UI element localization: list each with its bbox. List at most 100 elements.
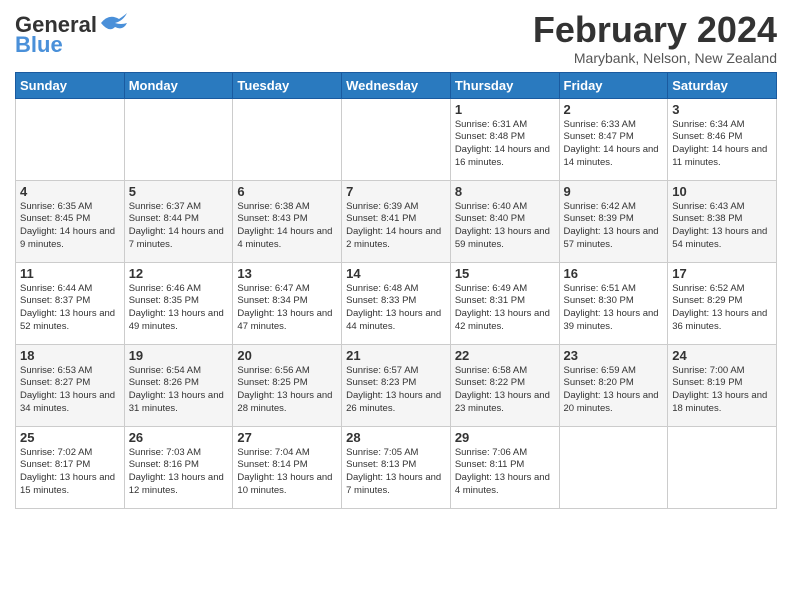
logo-blue: Blue xyxy=(15,32,63,58)
day-number: 3 xyxy=(672,102,772,117)
day-info: Sunrise: 6:38 AM Sunset: 8:43 PM Dayligh… xyxy=(237,201,337,252)
day-info: Sunrise: 6:33 AM Sunset: 8:47 PM Dayligh… xyxy=(564,119,664,170)
day-number: 18 xyxy=(20,348,120,363)
day-cell: 1 Sunrise: 6:31 AM Sunset: 8:48 PM Daylig… xyxy=(450,98,559,180)
header-thursday: Thursday xyxy=(450,72,559,98)
day-cell xyxy=(124,98,233,180)
week-row-5: 25 Sunrise: 7:02 AM Sunset: 8:17 PM Dayli… xyxy=(16,426,777,508)
day-cell: 9 Sunrise: 6:42 AM Sunset: 8:39 PM Daylig… xyxy=(559,180,668,262)
day-cell: 29Sunrise: 7:06 AM Sunset: 8:11 PM Dayli… xyxy=(450,426,559,508)
day-info: Sunrise: 6:56 AM Sunset: 8:25 PM Dayligh… xyxy=(237,365,337,416)
day-number: 1 xyxy=(455,102,555,117)
day-info: Sunrise: 6:43 AM Sunset: 8:38 PM Dayligh… xyxy=(672,201,772,252)
day-number: 7 xyxy=(346,184,446,199)
day-cell: 2 Sunrise: 6:33 AM Sunset: 8:47 PM Daylig… xyxy=(559,98,668,180)
day-cell xyxy=(342,98,451,180)
day-cell: 23Sunrise: 6:59 AM Sunset: 8:20 PM Dayli… xyxy=(559,344,668,426)
day-number: 19 xyxy=(129,348,229,363)
header-wednesday: Wednesday xyxy=(342,72,451,98)
day-cell: 25 Sunrise: 7:02 AM Sunset: 8:17 PM Dayli… xyxy=(16,426,125,508)
day-info: Sunrise: 7:00 AM Sunset: 8:19 PM Dayligh… xyxy=(672,365,772,416)
day-cell: 10 Sunrise: 6:43 AM Sunset: 8:38 PM Dayli… xyxy=(668,180,777,262)
header: General Blue February 2024 Marybank, Nel… xyxy=(15,10,777,66)
day-cell: 22 Sunrise: 6:58 AM Sunset: 8:22 PM Dayli… xyxy=(450,344,559,426)
logo: General Blue xyxy=(15,14,129,58)
day-info: Sunrise: 6:49 AM Sunset: 8:31 PM Dayligh… xyxy=(455,283,555,334)
day-cell: 12Sunrise: 6:46 AM Sunset: 8:35 PM Dayli… xyxy=(124,262,233,344)
day-cell xyxy=(16,98,125,180)
day-info: Sunrise: 6:59 AM Sunset: 8:20 PM Dayligh… xyxy=(564,365,664,416)
day-number: 5 xyxy=(129,184,229,199)
day-cell: 26 Sunrise: 7:03 AM Sunset: 8:16 PM Dayli… xyxy=(124,426,233,508)
calendar-table: SundayMondayTuesdayWednesdayThursdayFrid… xyxy=(15,72,777,509)
header-monday: Monday xyxy=(124,72,233,98)
header-saturday: Saturday xyxy=(668,72,777,98)
day-info: Sunrise: 6:39 AM Sunset: 8:41 PM Dayligh… xyxy=(346,201,446,252)
day-cell: 6 Sunrise: 6:38 AM Sunset: 8:43 PM Daylig… xyxy=(233,180,342,262)
day-info: Sunrise: 6:54 AM Sunset: 8:26 PM Dayligh… xyxy=(129,365,229,416)
logo-bird-icon xyxy=(99,11,129,35)
day-cell xyxy=(668,426,777,508)
day-info: Sunrise: 6:35 AM Sunset: 8:45 PM Dayligh… xyxy=(20,201,120,252)
day-cell xyxy=(559,426,668,508)
day-number: 17 xyxy=(672,266,772,281)
page: General Blue February 2024 Marybank, Nel… xyxy=(0,0,792,519)
day-cell: 16 Sunrise: 6:51 AM Sunset: 8:30 PM Dayli… xyxy=(559,262,668,344)
day-number: 4 xyxy=(20,184,120,199)
day-number: 24 xyxy=(672,348,772,363)
day-info: Sunrise: 6:40 AM Sunset: 8:40 PM Dayligh… xyxy=(455,201,555,252)
day-number: 15 xyxy=(455,266,555,281)
day-number: 13 xyxy=(237,266,337,281)
day-info: Sunrise: 7:06 AM Sunset: 8:11 PM Dayligh… xyxy=(455,447,555,498)
day-number: 28 xyxy=(346,430,446,445)
header-friday: Friday xyxy=(559,72,668,98)
day-cell: 17 Sunrise: 6:52 AM Sunset: 8:29 PM Dayli… xyxy=(668,262,777,344)
day-number: 14 xyxy=(346,266,446,281)
day-cell: 28 Sunrise: 7:05 AM Sunset: 8:13 PM Dayli… xyxy=(342,426,451,508)
day-cell: 5 Sunrise: 6:37 AM Sunset: 8:44 PM Daylig… xyxy=(124,180,233,262)
day-info: Sunrise: 6:57 AM Sunset: 8:23 PM Dayligh… xyxy=(346,365,446,416)
header-row: SundayMondayTuesdayWednesdayThursdayFrid… xyxy=(16,72,777,98)
header-sunday: Sunday xyxy=(16,72,125,98)
day-info: Sunrise: 6:31 AM Sunset: 8:48 PM Dayligh… xyxy=(455,119,555,170)
day-cell: 18 Sunrise: 6:53 AM Sunset: 8:27 PM Dayli… xyxy=(16,344,125,426)
week-row-3: 11Sunrise: 6:44 AM Sunset: 8:37 PM Dayli… xyxy=(16,262,777,344)
day-number: 21 xyxy=(346,348,446,363)
day-info: Sunrise: 7:05 AM Sunset: 8:13 PM Dayligh… xyxy=(346,447,446,498)
day-number: 8 xyxy=(455,184,555,199)
day-cell: 19 Sunrise: 6:54 AM Sunset: 8:26 PM Dayli… xyxy=(124,344,233,426)
day-number: 16 xyxy=(564,266,664,281)
day-number: 6 xyxy=(237,184,337,199)
day-cell xyxy=(233,98,342,180)
day-number: 22 xyxy=(455,348,555,363)
day-info: Sunrise: 6:37 AM Sunset: 8:44 PM Dayligh… xyxy=(129,201,229,252)
day-info: Sunrise: 6:51 AM Sunset: 8:30 PM Dayligh… xyxy=(564,283,664,334)
day-number: 9 xyxy=(564,184,664,199)
day-info: Sunrise: 6:44 AM Sunset: 8:37 PM Dayligh… xyxy=(20,283,120,334)
day-cell: 20 Sunrise: 6:56 AM Sunset: 8:25 PM Dayli… xyxy=(233,344,342,426)
day-number: 25 xyxy=(20,430,120,445)
day-cell: 27Sunrise: 7:04 AM Sunset: 8:14 PM Dayli… xyxy=(233,426,342,508)
day-cell: 7 Sunrise: 6:39 AM Sunset: 8:41 PM Daylig… xyxy=(342,180,451,262)
day-info: Sunrise: 7:03 AM Sunset: 8:16 PM Dayligh… xyxy=(129,447,229,498)
day-info: Sunrise: 6:46 AM Sunset: 8:35 PM Dayligh… xyxy=(129,283,229,334)
day-info: Sunrise: 6:52 AM Sunset: 8:29 PM Dayligh… xyxy=(672,283,772,334)
day-info: Sunrise: 6:42 AM Sunset: 8:39 PM Dayligh… xyxy=(564,201,664,252)
day-info: Sunrise: 6:58 AM Sunset: 8:22 PM Dayligh… xyxy=(455,365,555,416)
day-cell: 4 Sunrise: 6:35 AM Sunset: 8:45 PM Daylig… xyxy=(16,180,125,262)
day-info: Sunrise: 6:47 AM Sunset: 8:34 PM Dayligh… xyxy=(237,283,337,334)
week-row-2: 4 Sunrise: 6:35 AM Sunset: 8:45 PM Daylig… xyxy=(16,180,777,262)
day-cell: 15 Sunrise: 6:49 AM Sunset: 8:31 PM Dayli… xyxy=(450,262,559,344)
day-number: 2 xyxy=(564,102,664,117)
week-row-4: 18 Sunrise: 6:53 AM Sunset: 8:27 PM Dayli… xyxy=(16,344,777,426)
day-info: Sunrise: 7:02 AM Sunset: 8:17 PM Dayligh… xyxy=(20,447,120,498)
day-number: 20 xyxy=(237,348,337,363)
day-info: Sunrise: 6:48 AM Sunset: 8:33 PM Dayligh… xyxy=(346,283,446,334)
day-info: Sunrise: 6:34 AM Sunset: 8:46 PM Dayligh… xyxy=(672,119,772,170)
day-number: 10 xyxy=(672,184,772,199)
day-number: 26 xyxy=(129,430,229,445)
day-info: Sunrise: 6:53 AM Sunset: 8:27 PM Dayligh… xyxy=(20,365,120,416)
day-cell: 3 Sunrise: 6:34 AM Sunset: 8:46 PM Daylig… xyxy=(668,98,777,180)
day-cell: 11Sunrise: 6:44 AM Sunset: 8:37 PM Dayli… xyxy=(16,262,125,344)
header-tuesday: Tuesday xyxy=(233,72,342,98)
